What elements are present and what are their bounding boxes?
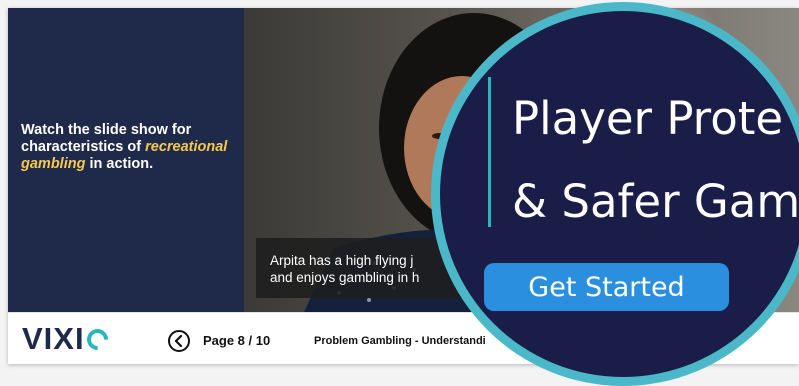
logo-text: VIXI: [22, 321, 85, 356]
magnifier-overlay: Player Prote & Safer Gam Get Started: [431, 2, 799, 386]
course-title: Problem Gambling - Understandi: [314, 335, 486, 347]
intro-panel: Watch the slide show for characteristics…: [8, 8, 244, 312]
magnified-title-line-1: Player Prote: [512, 92, 784, 145]
intro-text-after: in action.: [85, 156, 154, 172]
o-ring-icon: [82, 324, 112, 354]
chevron-left-icon: [174, 335, 183, 347]
vixio-logo: VIXI: [22, 321, 112, 356]
page-indicator: Page 8 / 10: [203, 333, 271, 348]
intro-text: Watch the slide show for characteristics…: [21, 122, 231, 173]
title-accent-bar: [488, 77, 491, 227]
previous-page-button[interactable]: [168, 330, 190, 352]
magnified-title-line-2: & Safer Gam: [512, 175, 799, 228]
magnifier-content: Player Prote & Safer Gam Get Started: [440, 11, 799, 377]
get-started-button[interactable]: Get Started: [484, 263, 729, 311]
